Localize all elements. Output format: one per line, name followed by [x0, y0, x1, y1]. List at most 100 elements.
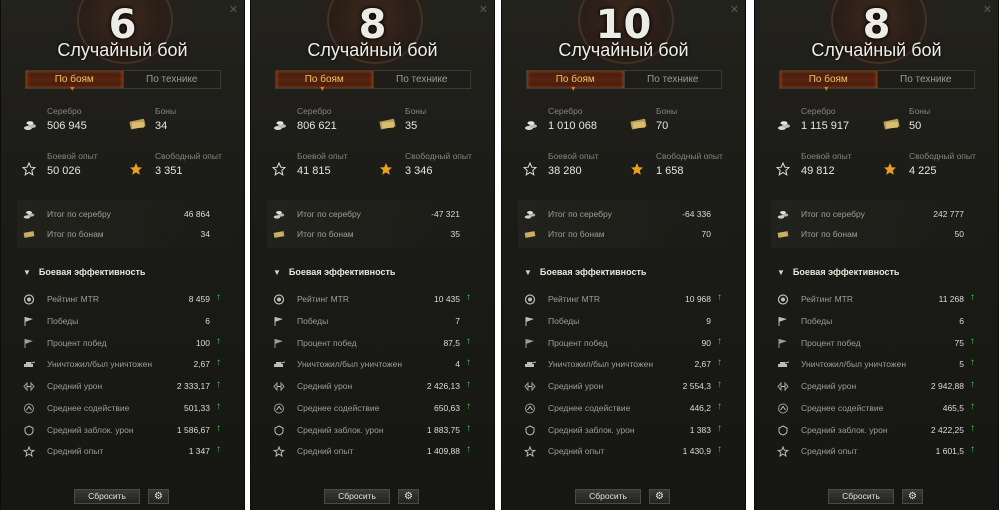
battle-efficiency-header[interactable]: ▼ Боевая эффективность: [777, 267, 899, 277]
tab-by-vehicle[interactable]: По технике: [372, 71, 471, 88]
metric-row: Процент побед 90 ↑: [502, 336, 745, 352]
metric-value: 6: [205, 316, 210, 326]
tab-by-vehicle[interactable]: По технике: [122, 71, 221, 88]
metric-label: Средний урон: [548, 381, 604, 391]
gear-icon[interactable]: ⚙: [649, 489, 670, 504]
metric-row: Рейтинг MTR 10 435 ↑: [251, 292, 494, 308]
tab-by-battles[interactable]: По боям: [527, 71, 624, 97]
tab-by-battles[interactable]: По боям: [780, 71, 877, 97]
bonds-label: Боны: [656, 106, 678, 116]
battle-efficiency-header[interactable]: ▼ Боевая эффективность: [524, 267, 646, 277]
reset-button[interactable]: Сбросить: [828, 489, 894, 504]
increase-arrow-icon: ↑: [970, 401, 975, 412]
star-outline-icon: [272, 162, 286, 176]
metric-row: Уничтожил/был уничтожен 5 ↑: [755, 357, 998, 373]
bonds-icon: [23, 231, 35, 238]
view-tabs: По боям По технике: [25, 70, 221, 97]
metric-label: Средний опыт: [297, 446, 354, 456]
metric-row: Среднее содействие 501,33 ↑: [1, 401, 244, 417]
star-outline-icon: [523, 162, 537, 176]
metric-value: 1 430,9: [682, 446, 711, 456]
battle-xp-value: 49 812: [801, 165, 835, 177]
bonds-icon: [129, 118, 146, 130]
metric-value: 2 554,3: [682, 381, 711, 391]
metric-label: Средний урон: [801, 381, 857, 391]
total-bonds-label: Итог по бонам: [801, 229, 858, 239]
increase-arrow-icon: ↑: [970, 357, 975, 368]
blocked-damage-icon: [274, 425, 284, 436]
mtr-rating-icon: [23, 294, 35, 305]
battle-efficiency-header[interactable]: ▼ Боевая эффективность: [273, 267, 395, 277]
metric-value: 7: [455, 316, 460, 326]
kills-ratio-icon: [525, 361, 536, 367]
battle-efficiency-header[interactable]: ▼ Боевая эффективность: [23, 267, 145, 277]
bonds-icon: [630, 118, 647, 130]
tab-by-vehicle[interactable]: По технике: [876, 71, 975, 88]
reset-button[interactable]: Сбросить: [74, 489, 140, 504]
battle-xp-label: Боевой опыт: [47, 151, 98, 161]
metric-value: 90: [701, 338, 711, 348]
silver-stat: Серебро 806 621: [297, 106, 337, 132]
reset-button[interactable]: Сбросить: [575, 489, 641, 504]
metric-label: Средний опыт: [801, 446, 858, 456]
silver-coins-icon: [777, 211, 789, 219]
chevron-down-icon: ▼: [777, 268, 785, 277]
tab-by-vehicle[interactable]: По технике: [623, 71, 722, 88]
metric-label: Процент побед: [297, 338, 357, 348]
tab-by-battles[interactable]: По боям: [276, 71, 373, 97]
metric-row: Рейтинг MTR 8 459 ↑: [1, 292, 244, 308]
total-silver-row: Итог по серебру 242 777: [755, 207, 998, 223]
free-xp-label: Свободный опыт: [909, 151, 976, 161]
metric-row: Победы 7: [251, 314, 494, 330]
silver-coins-icon: [24, 121, 36, 130]
total-bonds-value: 50: [954, 229, 964, 239]
star-outline-icon: [22, 162, 36, 176]
metric-row: Средний опыт 1 347 ↑: [1, 444, 244, 460]
metric-row: Победы 6: [755, 314, 998, 330]
metric-value: 10 435: [434, 294, 460, 304]
metric-value: 1 601,5: [935, 446, 964, 456]
bonds-icon: [379, 118, 396, 130]
silver-coins-icon: [524, 211, 536, 219]
metric-label: Средний заблок. урон: [47, 425, 134, 435]
gear-icon[interactable]: ⚙: [902, 489, 923, 504]
battle-mode-title: Случайный бой: [558, 40, 689, 60]
increase-arrow-icon: ↑: [970, 379, 975, 390]
metric-value: 1 409,88: [426, 446, 460, 456]
gear-icon[interactable]: ⚙: [398, 489, 419, 504]
win-percent-icon: [24, 339, 33, 348]
tab-by-battles[interactable]: По боям: [26, 71, 123, 97]
total-bonds-label: Итог по бонам: [47, 229, 104, 239]
total-bonds-row: Итог по бонам 34: [1, 227, 244, 243]
total-bonds-row: Итог по бонам 70: [502, 227, 745, 243]
increase-arrow-icon: ↑: [216, 379, 221, 390]
blocked-damage-icon: [525, 425, 535, 436]
silver-coins-icon: [23, 211, 35, 219]
total-silver-value: 46 864: [184, 209, 210, 219]
metric-row: Средний заблок. урон 1 383 ↑: [502, 423, 745, 439]
free-xp-value: 3 351: [155, 165, 183, 177]
metric-label: Уничтожил/был уничтожен: [548, 359, 654, 369]
bonds-label: Боны: [405, 106, 427, 116]
total-silver-label: Итог по серебру: [297, 209, 361, 219]
metric-value: 87,5: [443, 338, 460, 348]
metric-value: 2,67: [694, 359, 711, 369]
metric-value: 5: [959, 359, 964, 369]
metric-row: Победы 9: [502, 314, 745, 330]
bonds-icon: [777, 231, 789, 238]
metric-label: Уничтожил/был уничтожен: [297, 359, 403, 369]
kills-ratio-icon: [274, 361, 285, 367]
battle-stats-panel-1: ✕ 6 Случайный бой По боям По технике Сер…: [0, 0, 245, 510]
increase-arrow-icon: ↑: [466, 401, 471, 412]
battle-stats-panel-2: ✕ 8 Случайный бой По боям По технике Сер…: [250, 0, 495, 510]
metric-label: Уничтожил/был уничтожен: [801, 359, 907, 369]
increase-arrow-icon: ↑: [466, 379, 471, 390]
increase-arrow-icon: ↑: [717, 292, 722, 303]
reset-button[interactable]: Сбросить: [324, 489, 390, 504]
metric-value: 465,5: [942, 403, 964, 413]
metric-row: Средний урон 2 333,17 ↑: [1, 379, 244, 395]
increase-arrow-icon: ↑: [970, 423, 975, 434]
victory-flag-icon: [778, 317, 787, 326]
view-tabs: По боям По технике: [779, 70, 975, 97]
gear-icon[interactable]: ⚙: [148, 489, 169, 504]
